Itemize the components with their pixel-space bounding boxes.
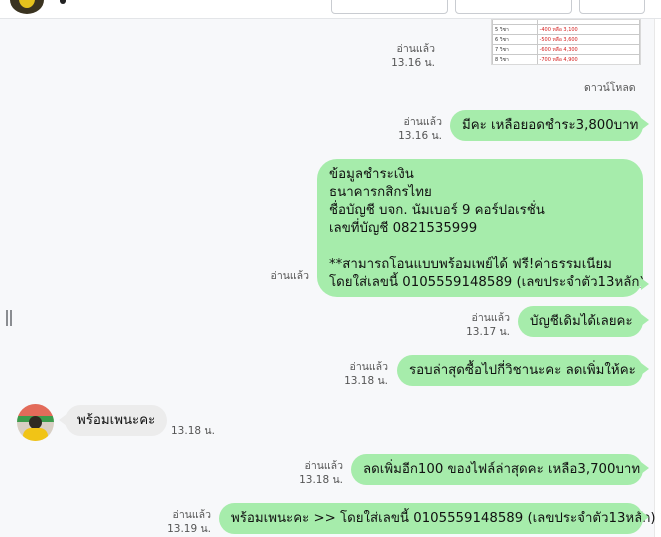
thumb-period: 6 วิชา — [492, 34, 538, 45]
message-time: 13.17 น. — [466, 326, 510, 338]
thumb-price: -400 หลือ 3,100 — [536, 24, 640, 35]
header-action-button-2[interactable] — [455, 0, 572, 14]
thumb-price: -500 หลือ 3,600 — [536, 34, 640, 45]
image-attachment[interactable]: 5 วิชา -400 หลือ 3,100 6 วิชา -500 หลือ 3,… — [491, 19, 641, 65]
message-line: **สามารถโอนแบบพร้อมเพย์ได้ ฟรี!ค่าธรรมเน… — [329, 257, 612, 272]
bubble-tail — [641, 511, 649, 523]
message-line: โดยใส่เลขนี้ 0105559148589 (เลขประจำตัว1… — [329, 275, 645, 290]
header-action-button-3[interactable] — [579, 0, 645, 14]
read-receipt: อ่านแล้ว — [349, 361, 388, 373]
message-line: เลขที่บัญชี 0821535999 — [329, 221, 478, 236]
thumb-period: 5 วิชา — [492, 24, 538, 35]
download-link[interactable]: ดาวน์โหลด — [584, 79, 636, 96]
message-time: 13.16 น. — [398, 130, 442, 142]
outgoing-message[interactable]: บัญชีเดิมได้เลยคะ — [518, 306, 643, 337]
thumb-price: -700 หลือ 4,900 — [536, 54, 640, 64]
thumb-period: 8 วิชา — [492, 54, 538, 64]
message-line: ข้อมูลชำระเงิน — [329, 167, 414, 182]
thumb-price: -600 หลือ 4,300 — [536, 44, 640, 55]
message-line: ชื่อบัญชี บจก. นัมเบอร์ 9 คอร์ปอเรชั่น — [329, 203, 545, 218]
message-time: 13.16 น. — [391, 57, 435, 69]
read-receipt: อ่านแล้ว — [471, 312, 510, 324]
read-receipt: อ่านแล้ว — [172, 509, 211, 521]
contact-name-fragment — [60, 0, 66, 4]
scrollbar[interactable] — [654, 19, 661, 537]
message-time: 13.18 น. — [171, 425, 215, 437]
read-receipt: อ่านแล้ว — [304, 460, 343, 472]
outgoing-message[interactable]: พร้อมเพนะคะ >> โดยใส่เลขนี้ 010555914858… — [219, 503, 656, 534]
message-time: 13.18 น. — [299, 474, 343, 486]
message-line — [329, 238, 631, 256]
outgoing-message[interactable]: ลดเพิ่มอีก100 ของไฟล์ล่าสุดคะ เหลือ3,700… — [351, 454, 643, 485]
sender-avatar[interactable] — [17, 404, 54, 441]
contact-avatar[interactable] — [10, 0, 44, 14]
bubble-tail — [641, 118, 649, 130]
read-receipt: อ่านแล้ว — [396, 43, 435, 55]
bubble-tail — [641, 278, 649, 290]
message-line: ธนาคารกสิกรไทย — [329, 185, 432, 200]
header-action-button-1[interactable] — [331, 0, 448, 14]
bubble-tail — [641, 363, 649, 375]
outgoing-message[interactable]: รอบล่าสุดซื้อไปกี่วิชานะคะ ลดเพิ่มให้คะ — [397, 355, 643, 386]
read-receipt: อ่านแล้ว — [403, 116, 442, 128]
bubble-tail — [641, 314, 649, 326]
conversation-header — [0, 0, 661, 19]
outgoing-message-payment-info[interactable]: ข้อมูลชำระเงิน ธนาคารกสิกรไทย ชื่อบัญชี … — [317, 159, 645, 297]
resize-handle-icon[interactable] — [6, 310, 12, 326]
message-time: 13.19 น. — [167, 523, 211, 535]
thumb-period: 7 วิชา — [492, 44, 538, 55]
outgoing-message[interactable]: มีคะ เหลือยอดชำระ3,800บาท — [450, 110, 643, 141]
bubble-tail — [641, 462, 649, 474]
message-time: 13.18 น. — [344, 375, 388, 387]
incoming-message[interactable]: พร้อมเพนะคะ — [65, 405, 167, 436]
read-receipt: อ่านแล้ว — [270, 270, 309, 282]
